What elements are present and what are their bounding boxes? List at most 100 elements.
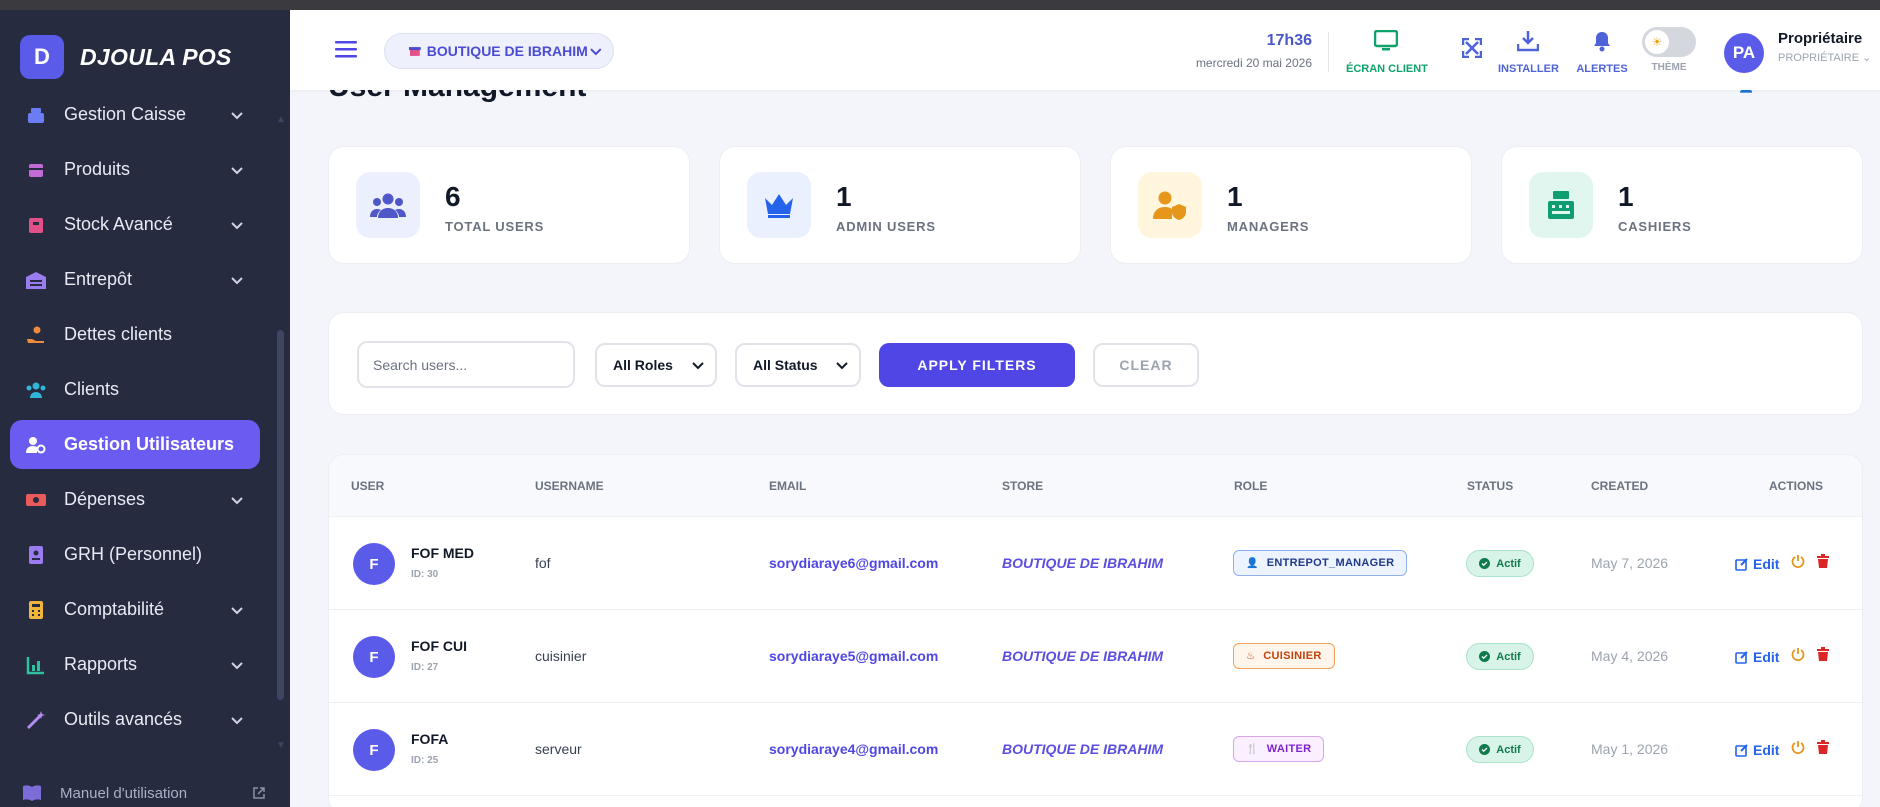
stat-label: CASHIERS	[1618, 219, 1692, 234]
sidebar-item-gestion-caisse[interactable]: Gestion Caisse	[10, 90, 260, 139]
role-label: CUISINIER	[1263, 650, 1322, 662]
users-icon	[24, 378, 48, 402]
edit-button[interactable]: Edit	[1735, 556, 1779, 572]
window-top-strip	[0, 0, 1880, 10]
status-filter-select[interactable]: All Status	[735, 343, 861, 387]
sidebar-item-label: Comptabilité	[64, 599, 165, 619]
user-manual-link[interactable]: Manuel d'utilisation	[22, 784, 266, 802]
sidebar-item-depenses[interactable]: Dépenses	[10, 475, 260, 524]
theme-toggle[interactable]: ☀	[1642, 27, 1696, 57]
column-header: ACTIONS	[1769, 479, 1823, 493]
user-icon: 👤	[1246, 557, 1259, 569]
stat-card-managers: 1 MANAGERS	[1110, 146, 1472, 264]
email-link[interactable]: sorydiaraye5@gmail.com	[769, 648, 938, 664]
brand[interactable]: D DJOULA POS	[20, 34, 232, 80]
edit-icon	[1735, 650, 1748, 664]
role-label: WAITER	[1266, 743, 1312, 755]
id-badge-icon	[24, 543, 48, 567]
sidebar-item-clients[interactable]: Clients	[10, 365, 260, 414]
sidebar-item-produits[interactable]: Produits	[10, 145, 260, 194]
clear-filters-button[interactable]: CLEAR	[1093, 343, 1199, 387]
table-row: F FOFA ID: 25 serveur sorydiaraye4@gmail…	[329, 703, 1862, 796]
user-shield-icon	[1138, 172, 1202, 238]
apply-filters-button[interactable]: APPLY FILTERS	[879, 343, 1075, 387]
scroll-down-arrow[interactable]: ▼	[276, 740, 286, 751]
stat-card-total-users: 6 TOTAL USERS	[328, 146, 690, 264]
chart-icon	[24, 653, 48, 677]
column-header: STATUS	[1467, 479, 1514, 493]
role-filter-value: All Roles	[613, 357, 673, 373]
sidebar-item-label: Stock Avancé	[64, 214, 173, 234]
scroll-up-arrow[interactable]: ▲	[276, 114, 286, 125]
store-selector-label: BOUTIQUE DE IBRAHIM	[426, 43, 588, 59]
role-filter-select[interactable]: All Roles	[595, 343, 717, 387]
role-label: ENTREPOT_MANAGER	[1266, 557, 1395, 569]
avatar[interactable]: PA	[1724, 33, 1764, 73]
store-name: BOUTIQUE DE IBRAHIM	[1002, 648, 1163, 664]
menu-toggle-button[interactable]	[335, 40, 357, 63]
user-name: FOF CUI	[411, 638, 467, 654]
stat-label: MANAGERS	[1227, 219, 1310, 234]
edit-icon	[1735, 557, 1748, 571]
avatar: F	[353, 729, 395, 771]
store-selector[interactable]: BOUTIQUE DE IBRAHIM	[384, 33, 614, 69]
filters-panel: All Roles All Status APPLY FILTERS CLEAR	[328, 312, 1863, 415]
column-header: STORE	[1002, 479, 1044, 493]
install-button[interactable]: INSTALLER	[1498, 30, 1559, 75]
alerts-button[interactable]: ALERTES	[1576, 30, 1628, 75]
sidebar-item-label: Produits	[64, 159, 131, 179]
chevron-down-icon	[692, 362, 704, 370]
edit-button[interactable]: Edit	[1735, 649, 1779, 665]
sidebar-item-dettes-clients[interactable]: Dettes clients	[10, 310, 260, 359]
hamburger-icon	[335, 41, 357, 58]
search-input[interactable]	[357, 341, 575, 388]
sidebar-scrollbar[interactable]	[277, 330, 284, 700]
toggle-status-button[interactable]	[1791, 554, 1805, 573]
stat-label: ADMIN USERS	[836, 219, 936, 234]
sidebar-item-outils-avances[interactable]: Outils avancés	[10, 695, 260, 744]
install-label: INSTALLER	[1498, 63, 1559, 75]
store-name: BOUTIQUE DE IBRAHIM	[1002, 741, 1163, 757]
sidebar-item-stock-avance[interactable]: Stock Avancé	[10, 200, 260, 249]
stat-value: 1	[1227, 181, 1243, 212]
client-screen-button[interactable]: ÉCRAN CLIENT	[1346, 29, 1428, 75]
hand-coin-icon	[24, 323, 48, 347]
user-menu[interactable]: Propriétaire PROPRIÉTAIRE ⌄	[1778, 30, 1871, 64]
chevron-down-icon	[231, 606, 243, 614]
sidebar-item-entrepot[interactable]: Entrepôt	[10, 255, 260, 304]
toggle-status-button[interactable]	[1791, 740, 1805, 759]
edit-label: Edit	[1753, 741, 1780, 758]
money-icon	[24, 488, 48, 512]
delete-button[interactable]	[1817, 740, 1830, 759]
column-header: ROLE	[1234, 479, 1268, 493]
box-icon	[24, 158, 48, 182]
stat-value: 6	[445, 181, 461, 212]
edit-icon	[1735, 743, 1748, 757]
edit-button[interactable]: Edit	[1735, 742, 1779, 758]
download-icon	[1516, 31, 1540, 52]
external-link-icon	[253, 787, 265, 799]
alerts-label: ALERTES	[1576, 63, 1628, 75]
row-actions: Edit	[1735, 554, 1830, 573]
email-link[interactable]: sorydiaraye6@gmail.com	[769, 555, 938, 571]
delete-button[interactable]	[1817, 554, 1830, 573]
table-row: F FOF CUI ID: 27 cuisinier sorydiaraye5@…	[329, 610, 1862, 703]
fullscreen-button[interactable]	[1460, 37, 1484, 63]
chevron-down-icon	[231, 496, 243, 504]
sidebar-item-gestion-utilisateurs[interactable]: Gestion Utilisateurs	[10, 420, 260, 469]
sidebar-item-rapports[interactable]: Rapports	[10, 640, 260, 689]
user-role: PROPRIÉTAIRE ⌄	[1778, 51, 1871, 64]
created-date: May 4, 2026	[1591, 648, 1669, 664]
sidebar-item-comptabilite[interactable]: Comptabilité	[10, 585, 260, 634]
email-link[interactable]: sorydiaraye4@gmail.com	[769, 741, 938, 757]
toggle-status-button[interactable]	[1791, 647, 1805, 666]
stat-card-admin-users: 1 ADMIN USERS	[719, 146, 1081, 264]
brand-logo: D	[20, 35, 64, 79]
trash-icon	[1817, 740, 1830, 754]
sidebar-item-grh[interactable]: GRH (Personnel)	[10, 530, 260, 579]
stat-value: 1	[836, 181, 852, 212]
status-badge: Actif	[1466, 643, 1534, 670]
user-gear-icon	[24, 433, 48, 457]
trash-icon	[1817, 554, 1830, 568]
delete-button[interactable]	[1817, 647, 1830, 666]
